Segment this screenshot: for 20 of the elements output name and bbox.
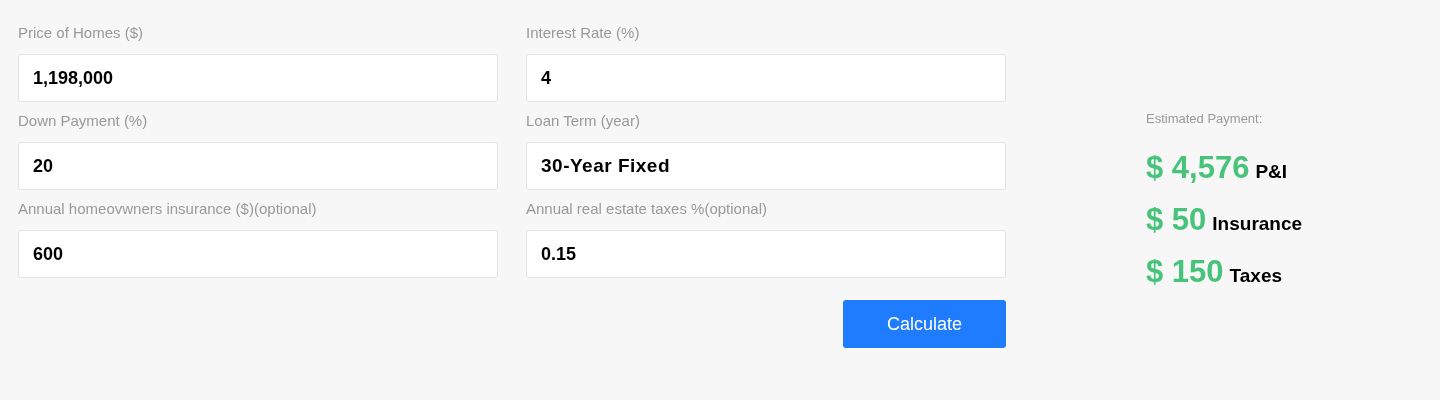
field-label: Loan Term (year) xyxy=(526,111,641,131)
loan-term-select[interactable]: 30-Year Fixed xyxy=(526,142,1006,190)
payment-amount: $ 50 xyxy=(1146,200,1207,239)
input-field[interactable]: 1,198,000 xyxy=(18,54,498,102)
field-label: Down Payment (%) xyxy=(18,111,149,131)
input-field[interactable]: 0.15 xyxy=(526,230,1006,278)
input-field[interactable]: 600 xyxy=(18,230,498,278)
payment-type-label: P&I xyxy=(1255,159,1288,184)
payment-type-label: Insurance xyxy=(1212,211,1303,236)
estimated-payment-label: Estimated Payment: xyxy=(1146,110,1264,128)
field-label: Price of Homes ($) xyxy=(18,23,145,43)
payment-amount: $ 150 xyxy=(1146,252,1224,291)
field-label: Annual homeovwners insurance ($)(optional) xyxy=(18,199,318,219)
payment-type-label: Taxes xyxy=(1229,263,1283,288)
input-field[interactable]: 4 xyxy=(526,54,1006,102)
field-label: Annual real estate taxes %(optional) xyxy=(526,199,768,219)
input-field[interactable]: 20 xyxy=(18,142,498,190)
field-label: Interest Rate (%) xyxy=(526,23,641,43)
payment-amount: $ 4,576 xyxy=(1146,148,1250,187)
calculate-button[interactable]: Calculate xyxy=(843,300,1006,348)
